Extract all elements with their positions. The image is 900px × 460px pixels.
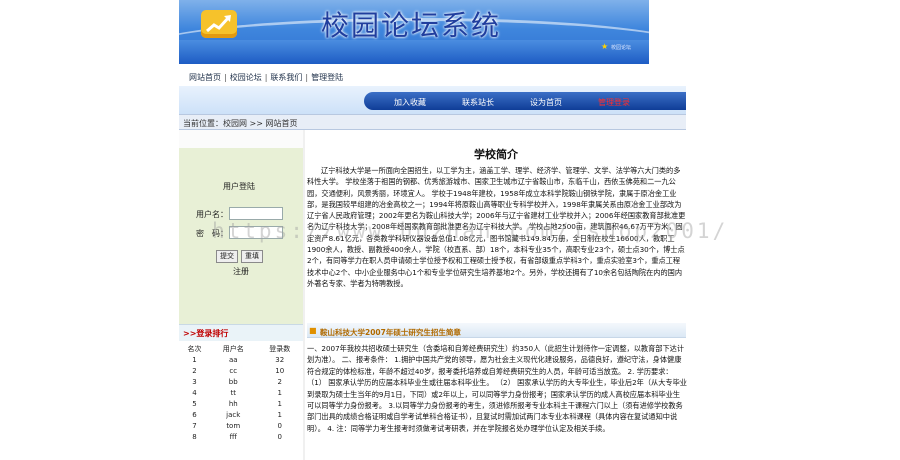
- site-banner: 校园论坛系统 ★ 校园论坛: [179, 0, 649, 64]
- rank-row: 3 bb 2: [179, 376, 303, 387]
- site-title: 校园论坛系统: [321, 9, 502, 42]
- star-icon: ★: [601, 42, 609, 51]
- rank-cell: 0: [277, 432, 282, 441]
- rank-cell: jack: [226, 410, 241, 419]
- rank-cell: cc: [229, 366, 238, 375]
- rank-cell: 5: [192, 399, 197, 408]
- rank-cell: 7: [192, 421, 197, 430]
- breadcrumb: 当前位置：校园网 >> 网站首页: [183, 119, 298, 128]
- divider: |: [224, 73, 227, 82]
- chart-logo-icon: [201, 10, 237, 38]
- rank-header-row: 名次 用户名 登录数: [179, 343, 303, 354]
- content-title: 学校简介: [474, 148, 518, 161]
- rank-col-header: 名次: [187, 344, 202, 353]
- toplink-home[interactable]: 网站首页: [189, 73, 221, 82]
- register-link[interactable]: 注册: [233, 266, 249, 277]
- rank-cell: hh: [228, 399, 238, 408]
- rank-row: 8 fff 0: [179, 431, 303, 442]
- rank-cell: aa: [228, 355, 238, 364]
- rank-row: 7 tom 0: [179, 420, 303, 431]
- rank-cell: 1: [277, 388, 282, 397]
- banner-site-text: 校园论坛: [611, 45, 632, 51]
- login-title: 用户登陆: [223, 182, 255, 191]
- news-body-text: 一、2007年我校共招收硕士研究生（含委培和自筹经费研究生）约350人（此招生计…: [307, 344, 687, 433]
- rank-row: 4 tt 1: [179, 387, 303, 398]
- divider: |: [264, 73, 268, 82]
- rank-cell: 1: [192, 355, 197, 364]
- top-links: 网站首页 | 校园论坛 | 联系我们 | 管理登陆: [189, 72, 343, 83]
- news-title-link[interactable]: 鞍山科技大学2007年硕士研究生招生简章: [320, 327, 461, 338]
- news-icon: ■: [309, 326, 317, 335]
- rank-row: 5 hh 1: [179, 398, 303, 409]
- rank-cell: 4: [192, 388, 197, 397]
- toplink-admin[interactable]: 管理登陆: [311, 73, 343, 82]
- toplink-contact[interactable]: 联系我们: [270, 73, 302, 82]
- rank-col-header: 用户名: [222, 344, 244, 353]
- rank-cell: 8: [192, 432, 197, 441]
- nav-add-favorite[interactable]: 加入收藏: [394, 97, 426, 108]
- rank-cell: 1: [277, 399, 282, 408]
- rank-cell: 1: [277, 410, 282, 419]
- watermark-text: https://www.huzhan.com/ishop2001/: [212, 219, 729, 243]
- rank-cell: fff: [229, 432, 237, 441]
- rank-cell: 2: [192, 366, 197, 375]
- nav-contact-admin[interactable]: 联系站长: [462, 97, 494, 108]
- rank-table: 名次 用户名 登录数 1 aa 32 2 cc 10 3 bb 2 4 tt 1 5 hh 1 6j…: [179, 343, 303, 442]
- rank-cell: bb: [228, 377, 238, 386]
- reset-button[interactable]: 重填: [241, 250, 263, 263]
- rank-col-header: 登录数: [269, 344, 291, 353]
- rank-cell: 0: [277, 421, 282, 430]
- rank-cell: 32: [275, 355, 285, 364]
- rank-row: 6 jack 1: [179, 409, 303, 420]
- rank-row: 2 cc 10: [179, 365, 303, 376]
- nav-set-homepage[interactable]: 设为首页: [530, 97, 562, 108]
- rank-cell: tom: [226, 421, 241, 430]
- rank-cell: 10: [275, 366, 285, 375]
- divider: |: [305, 73, 309, 82]
- toplink-forum[interactable]: 校园论坛: [230, 73, 262, 82]
- rank-row: 1 aa 32: [179, 354, 303, 365]
- nav-admin-login[interactable]: 管理登录: [598, 97, 630, 108]
- rank-title: >>登录排行: [183, 329, 229, 338]
- rank-cell: 6: [192, 410, 197, 419]
- rank-cell: tt: [230, 388, 237, 397]
- sidebar-top: [179, 130, 303, 148]
- rank-cell: 2: [277, 377, 282, 386]
- rank-cell: 3: [192, 377, 197, 386]
- submit-button[interactable]: 提交: [216, 250, 238, 263]
- column-divider: [303, 130, 305, 460]
